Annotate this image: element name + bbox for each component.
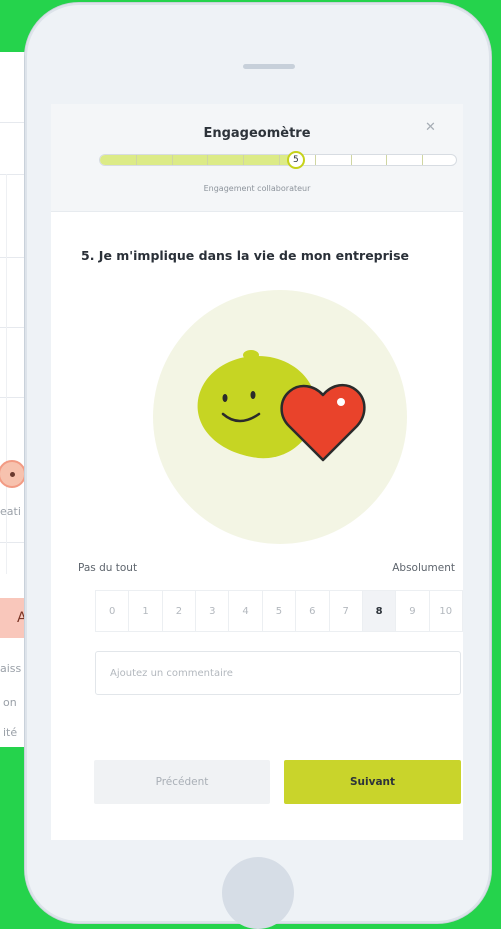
background-text-line: aiss	[0, 662, 22, 675]
heart-icon	[280, 383, 366, 462]
progress-caption: Engagement collaborateur	[203, 184, 311, 193]
progress-segment-divider	[279, 155, 280, 165]
phone-speaker	[243, 64, 295, 69]
progress-segment-divider	[171, 155, 173, 165]
progress-fill	[100, 155, 297, 165]
rating-option[interactable]: 10	[430, 591, 462, 631]
comment-input[interactable]	[95, 651, 461, 695]
previous-button[interactable]: Précédent	[94, 760, 270, 804]
progress-segment-divider	[386, 155, 388, 165]
background-label: eati	[0, 505, 21, 518]
progress-segment-divider	[243, 155, 245, 165]
survey-screen: Engageomètre ✕ 5 Engagement collaborateu…	[51, 104, 463, 840]
rating-option[interactable]: 7	[330, 591, 363, 631]
progress-segment-divider	[350, 155, 352, 165]
rating-option[interactable]: 9	[396, 591, 430, 631]
survey-title: Engageomètre	[203, 126, 311, 141]
background-text-line: on	[3, 696, 17, 709]
rating-option[interactable]: 0	[96, 591, 130, 631]
phone-home-button[interactable]	[222, 857, 294, 929]
progress-segment-divider	[207, 155, 209, 165]
rating-option[interactable]: 8	[362, 591, 397, 631]
rating-option[interactable]: 5	[263, 591, 297, 631]
phone-frame: Engageomètre ✕ 5 Engagement collaborateu…	[25, 3, 491, 929]
question-illustration	[153, 290, 407, 544]
progress-step-marker: 5	[286, 151, 305, 169]
survey-header: Engageomètre ✕ 5 Engagement collaborateu…	[51, 104, 463, 212]
rating-option[interactable]: 1	[129, 591, 163, 631]
scale-max-label: Absolument	[392, 562, 455, 574]
progress-segment-divider	[314, 155, 316, 165]
close-icon[interactable]: ✕	[425, 120, 436, 135]
question-text: 5. Je m'implique dans la vie de mon entr…	[81, 248, 409, 263]
progress-bar	[99, 154, 457, 166]
next-button[interactable]: Suivant	[284, 760, 461, 804]
rating-option[interactable]: 6	[296, 591, 330, 631]
progress-segment-divider	[422, 155, 424, 165]
rating-scale: 0 1 2 3 4 5 6 7 8 9 10	[95, 590, 463, 632]
rating-option[interactable]: 4	[229, 591, 263, 631]
rating-option[interactable]: 3	[196, 591, 230, 631]
background-text-line: ité	[3, 726, 18, 739]
scale-min-label: Pas du tout	[78, 562, 138, 574]
progress-segment-divider	[135, 155, 137, 165]
rating-option[interactable]: 2	[163, 591, 197, 631]
